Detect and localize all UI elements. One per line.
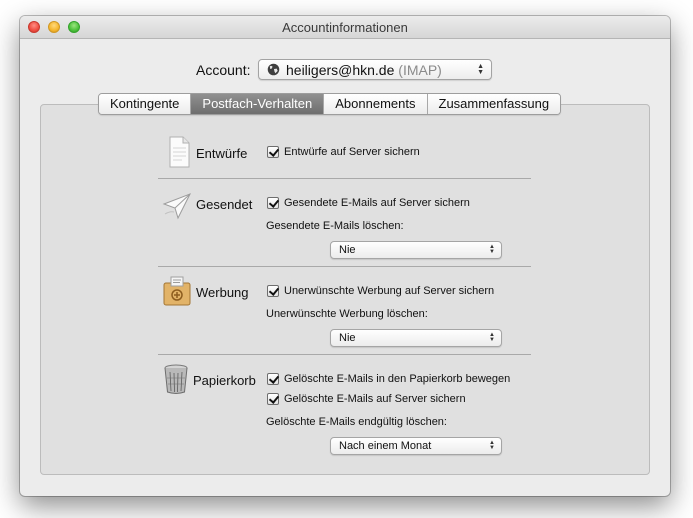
section-title-drafts: Entwürfe (196, 146, 248, 161)
account-row: Account: heiligers@hkn.de (IMAP) ▲ ▼ (20, 59, 670, 83)
checkbox-checked[interactable] (267, 197, 279, 209)
checkbox-checked[interactable] (267, 146, 279, 158)
trash-move-to-trash-checkbox[interactable]: Gelöschte E-Mails in den Papierkorb bewe… (267, 373, 510, 385)
trash-delete-label: Gelöschte E-Mails endgültig löschen: (266, 416, 447, 428)
checkbox-checked[interactable] (267, 285, 279, 297)
select-value: Nach einem Monat (339, 440, 432, 452)
section-divider (158, 178, 531, 179)
checkbox-label: Unerwünschte Werbung auf Server sichern (284, 285, 495, 297)
select-value: Nie (339, 244, 356, 256)
section-title-sent: Gesendet (196, 197, 253, 212)
section-divider (158, 354, 531, 355)
tab-bar: Kontingente Postfach-Verhalten Abonnemen… (98, 93, 562, 115)
section-title-junk: Werbung (196, 285, 249, 300)
sent-delete-select[interactable]: Nie ▲ ▼ (330, 241, 502, 259)
select-arrows-icon: ▲ ▼ (489, 440, 495, 451)
tab-postfach-verhalten[interactable]: Postfach-Verhalten (190, 94, 324, 114)
junk-delete-label: Unerwünschte Werbung löschen: (266, 308, 428, 320)
checkbox-checked[interactable] (267, 393, 279, 405)
account-type: (IMAP) (398, 62, 442, 78)
junk-delete-select[interactable]: Nie ▲ ▼ (330, 329, 502, 347)
trash-delete-select[interactable]: Nach einem Monat ▲ ▼ (330, 437, 502, 455)
select-arrows-icon: ▲ ▼ (489, 332, 495, 343)
sent-delete-label: Gesendete E-Mails löschen: (266, 220, 404, 232)
account-email: heiligers@hkn.de (286, 62, 395, 78)
junk-box-icon (163, 276, 191, 306)
trash-can-icon (164, 364, 188, 394)
select-value: Nie (339, 332, 356, 344)
tab-zusammenfassung[interactable]: Zusammenfassung (426, 94, 561, 114)
checkbox-label: Gelöschte E-Mails in den Papierkorb bewe… (284, 373, 511, 385)
account-label: Account: (196, 62, 251, 78)
checkbox-label: Gesendete E-Mails auf Server sichern (284, 197, 470, 209)
select-arrows-icon: ▲ ▼ (477, 63, 484, 76)
checkbox-label: Entwürfe auf Server sichern (284, 146, 420, 158)
section-title-trash: Papierkorb (193, 373, 256, 388)
title-bar: Accountinformationen (20, 16, 670, 39)
drafts-store-on-server-checkbox[interactable]: Entwürfe auf Server sichern (267, 146, 420, 158)
checkbox-label: Gelöschte E-Mails auf Server sichern (284, 393, 466, 405)
junk-store-on-server-checkbox[interactable]: Unerwünschte Werbung auf Server sichern (267, 285, 494, 297)
document-icon (169, 136, 190, 168)
tab-kontingente[interactable]: Kontingente (99, 94, 191, 114)
account-select[interactable]: heiligers@hkn.de (IMAP) ▲ ▼ (258, 59, 492, 80)
account-info-window: Accountinformationen Account: heiligers@… (20, 16, 670, 496)
checkbox-checked[interactable] (267, 373, 279, 385)
trash-store-on-server-checkbox[interactable]: Gelöschte E-Mails auf Server sichern (267, 393, 466, 405)
sent-store-on-server-checkbox[interactable]: Gesendete E-Mails auf Server sichern (267, 197, 470, 209)
globe-icon (267, 63, 280, 76)
tab-abonnements[interactable]: Abonnements (323, 94, 427, 114)
paper-plane-icon (162, 193, 192, 220)
window-title: Accountinformationen (282, 20, 408, 35)
section-divider (158, 266, 531, 267)
select-arrows-icon: ▲ ▼ (489, 244, 495, 255)
